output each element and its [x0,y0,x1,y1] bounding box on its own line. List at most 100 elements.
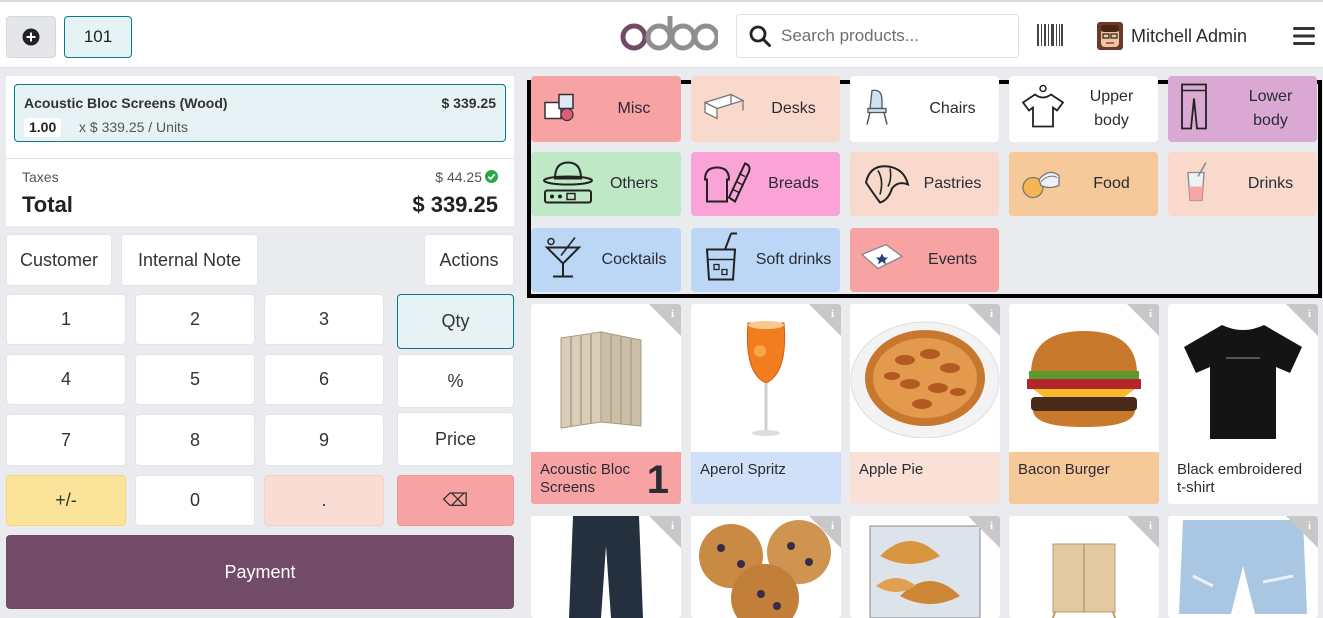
numpad-decimal[interactable]: . [264,475,384,526]
numpad-key-5[interactable]: 5 [135,354,255,405]
table-number-button[interactable]: 101 [64,16,132,58]
product-name: Apple Pie [850,452,1000,504]
numpad-key-6[interactable]: 6 [264,354,384,405]
hat-icon [541,157,595,212]
svg-text:i: i [1149,520,1152,532]
product-card-aperol-spritz[interactable]: i Aperol Spritz [691,304,841,504]
product-card-apple-pie[interactable]: i Apple Pie [850,304,1000,504]
hamburger-menu-icon[interactable] [1293,26,1315,51]
numpad-plus-minus[interactable]: +/- [6,475,126,526]
category-upper-body[interactable]: Upper body [1009,76,1158,142]
odoo-logo [620,14,720,59]
numpad-qty-mode[interactable]: Qty [397,294,514,349]
misc-icon [541,87,581,132]
category-breads[interactable]: Breads [691,152,840,216]
category-label: Desks [771,100,816,117]
product-card-black-embroidered-tshirt[interactable]: i Black embroidered t-shirt [1168,304,1318,504]
numpad-key-7[interactable]: 7 [6,414,126,466]
category-events[interactable]: Events [850,228,999,292]
avatar [1097,22,1123,50]
product-card-bacon-burger[interactable]: i Bacon Burger [1009,304,1159,504]
category-food[interactable]: Food [1009,152,1158,216]
numpad-key-8[interactable]: 8 [135,414,255,466]
barcode-icon[interactable] [1037,24,1063,51]
category-label: Events [928,251,977,268]
category-soft-drinks[interactable]: Soft drinks [691,228,840,292]
numpad-key-2[interactable]: 2 [135,294,255,345]
info-icon[interactable]: i [809,516,841,548]
category-others[interactable]: Others [531,152,681,216]
food-icon [1019,162,1063,207]
info-icon[interactable]: i [1127,304,1159,336]
pants-icon [1178,83,1210,136]
cocktail-icon [541,234,587,287]
product-card-denim-shorts[interactable]: i [1168,516,1318,618]
info-icon[interactable]: i [1127,516,1159,548]
svg-text:i: i [1149,308,1152,320]
bread-icon [701,158,753,211]
numpad-key-9[interactable]: 9 [264,414,384,466]
category-label: Food [1093,175,1130,192]
category-label: Breads [768,175,819,192]
category-label: Lower body [1248,88,1293,129]
drink-icon [1178,161,1214,208]
category-cocktails[interactable]: Cocktails [531,228,681,292]
customer-button[interactable]: Customer [6,234,112,286]
new-order-button[interactable] [6,16,56,58]
svg-text:i: i [990,308,993,320]
check-circle-icon [485,170,498,183]
info-icon[interactable]: i [1286,516,1318,548]
category-drinks[interactable]: Drinks [1168,152,1317,216]
product-name: Aperol Spritz [691,452,841,504]
order-line[interactable]: Acoustic Bloc Screens (Wood) $ 339.25 1.… [14,84,506,142]
product-search[interactable] [736,14,1019,58]
plus-circle-icon [22,28,40,46]
numpad-key-0[interactable]: 0 [135,475,255,526]
user-menu[interactable]: Mitchell Admin [1097,22,1247,50]
product-quantity-badge: 1 [646,458,669,502]
internal-note-button[interactable]: Internal Note [121,234,258,286]
numpad-discount-mode[interactable]: % [397,354,514,408]
category-label: Pastries [923,175,982,192]
category-label: Cocktails [601,251,667,268]
category-lower-body[interactable]: Lower body [1168,76,1317,142]
category-pastries[interactable]: Pastries [850,152,999,216]
info-icon[interactable]: i [968,516,1000,548]
order-line-price: $ 339.25 [441,95,497,111]
tshirt-icon [1019,83,1067,136]
top-bar: 101 Search products... Mitchell Admin [0,0,1323,68]
info-icon[interactable]: i [649,516,681,548]
info-icon[interactable]: i [1286,304,1318,336]
numpad-key-3[interactable]: 3 [264,294,384,345]
total-value: $ 339.25 [412,192,498,217]
category-chairs[interactable]: Chairs [850,76,999,142]
user-name: Mitchell Admin [1131,25,1248,46]
svg-text:i: i [990,520,993,532]
total-label: Total [22,192,73,217]
product-card-croissants[interactable]: i [850,516,1000,618]
backspace-icon: ⌫ [442,490,469,510]
product-card-muffins[interactable]: i [691,516,841,618]
info-icon[interactable]: i [649,304,681,336]
category-label: Others [609,175,658,192]
numpad-price-mode[interactable]: Price [397,412,514,466]
category-desks[interactable]: Desks [691,76,840,142]
numpad-key-4[interactable]: 4 [6,354,126,405]
info-icon[interactable]: i [968,304,1000,336]
order-totals: Taxes $ 44.25 Total $ 339.25 [6,158,514,226]
svg-text:i: i [1308,308,1311,320]
product-card-acoustic-bloc-screens[interactable]: i Acoustic Bloc Screens 1 [531,304,681,504]
payment-button[interactable]: Payment [6,535,514,609]
category-label: Upper body [1089,88,1134,129]
actions-button[interactable]: Actions [424,234,514,286]
taxes-label: Taxes [22,169,59,185]
product-card-jeans[interactable]: i [531,516,681,618]
numpad-key-1[interactable]: 1 [6,294,126,345]
search-input[interactable] [781,26,1001,46]
info-icon[interactable]: i [809,304,841,336]
product-name: Bacon Burger [1009,452,1159,504]
category-misc[interactable]: Misc [531,76,681,142]
product-card-cabinet[interactable]: i [1009,516,1159,618]
numpad-backspace[interactable]: ⌫ [397,475,514,526]
product-name: Black embroidered t-shirt [1168,452,1318,504]
